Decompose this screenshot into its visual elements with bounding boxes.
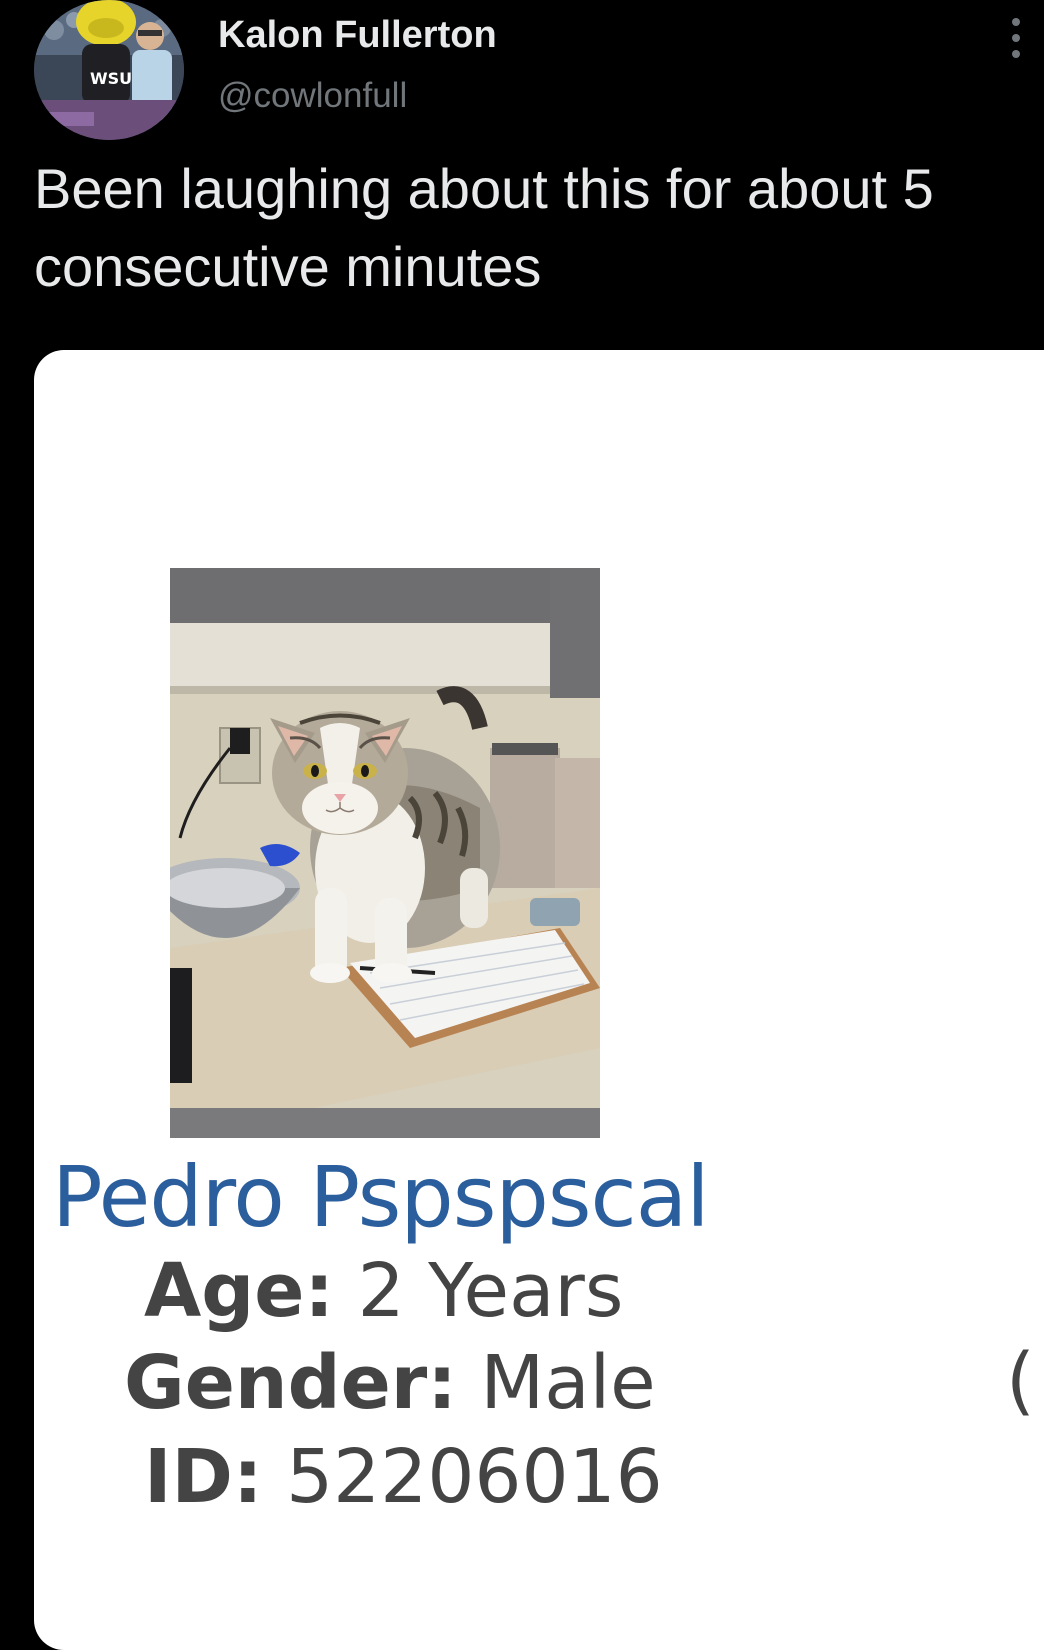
age-value: 2 Years [357, 1248, 624, 1334]
id-value: 52206016 [286, 1434, 663, 1520]
cat-photo [170, 568, 600, 1138]
pet-id-row: ID: 52206016 [144, 1434, 663, 1520]
tweet-media-image[interactable]: Pedro Pspspscal Age: 2 Years Gender: Mal… [34, 350, 1044, 1650]
tweet-text: Been laughing about this for about 5 con… [34, 157, 934, 298]
more-dot [1012, 34, 1020, 42]
more-dot [1012, 50, 1020, 58]
tweet-header: WSU Kalon Fullerton @cowlonfull [0, 0, 1044, 150]
author-handle[interactable]: @cowlonfull [218, 76, 407, 116]
author-avatar[interactable]: WSU [34, 0, 184, 140]
pet-name: Pedro Pspspscal [52, 1148, 710, 1246]
more-dot [1012, 18, 1020, 26]
svg-text:WSU: WSU [90, 69, 132, 88]
pet-gender-row: Gender: Male [124, 1340, 656, 1426]
gender-value: Male [480, 1340, 656, 1426]
author-name[interactable]: Kalon Fullerton [218, 14, 497, 57]
gender-label: Gender: [124, 1340, 457, 1426]
more-vertical-icon[interactable] [1006, 18, 1026, 58]
age-label: Age: [144, 1248, 335, 1334]
id-label: ID: [144, 1434, 263, 1520]
cropped-text-fragment: ( [1006, 1338, 1035, 1424]
pet-age-row: Age: 2 Years [144, 1248, 623, 1334]
